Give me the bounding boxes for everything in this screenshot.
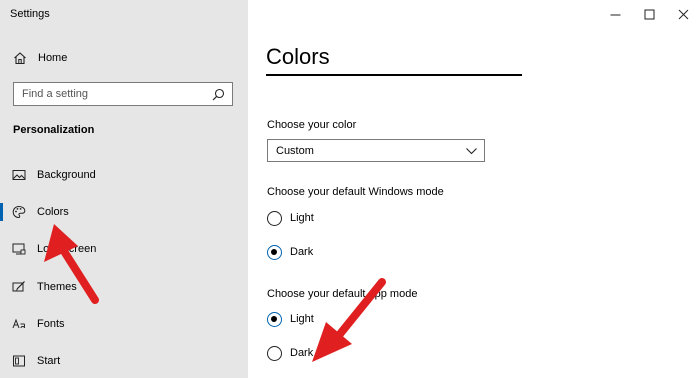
sidebar: Settings Home Find a setting Personaliza… <box>0 0 248 378</box>
radio-circle[interactable] <box>267 244 282 260</box>
window-controls <box>598 0 700 28</box>
radio-label: Dark <box>290 246 314 258</box>
choose-color-label: Choose your color <box>267 119 357 131</box>
themes-icon <box>12 281 25 292</box>
palette-icon <box>12 205 26 219</box>
sidebar-item-label: Fonts <box>37 318 65 330</box>
minimize-icon <box>610 14 620 15</box>
maximize-icon <box>644 9 654 19</box>
sidebar-item-start[interactable]: Start <box>0 348 248 374</box>
dropdown-value: Custom <box>276 145 314 157</box>
minimize-button[interactable] <box>598 0 632 28</box>
sidebar-item-colors[interactable]: Colors <box>0 199 248 225</box>
annotation-arrow-colors <box>44 224 99 304</box>
title-underline <box>266 74 522 76</box>
image-icon <box>12 170 26 180</box>
search-icon[interactable] <box>212 88 225 101</box>
home-nav-item[interactable]: Home <box>13 50 67 66</box>
sidebar-item-label: Colors <box>37 206 69 218</box>
selection-indicator <box>0 203 3 221</box>
close-button[interactable] <box>666 0 700 28</box>
home-icon <box>14 52 26 65</box>
sidebar-item-label: Start <box>37 355 61 367</box>
radio-label: Light <box>290 212 314 224</box>
radio-circle[interactable] <box>267 311 282 327</box>
sidebar-item-lock-screen[interactable]: Lock screen <box>0 236 248 262</box>
close-icon <box>678 9 688 19</box>
sidebar-item-themes[interactable]: Themes <box>0 274 248 300</box>
section-label: Personalization <box>13 124 95 136</box>
radio-circle[interactable] <box>267 210 282 226</box>
sidebar-item-label: Background <box>37 169 96 181</box>
chevron-down-icon <box>466 148 477 155</box>
app-title: Settings <box>10 8 50 20</box>
settings-window: Settings Home Find a setting Personaliza… <box>0 0 700 378</box>
maximize-button[interactable] <box>632 0 666 28</box>
search-placeholder: Find a setting <box>22 88 89 100</box>
home-label: Home <box>38 52 68 64</box>
fonts-icon <box>12 318 25 329</box>
windows-mode-dark-radio[interactable]: Dark <box>267 244 313 260</box>
windows-mode-label: Choose your default Windows mode <box>267 186 444 198</box>
search-input[interactable]: Find a setting <box>13 82 233 106</box>
windows-mode-light-radio[interactable]: Light <box>267 210 314 226</box>
sidebar-item-background[interactable]: Background <box>0 162 248 188</box>
lock-screen-icon <box>12 243 26 255</box>
radio-circle[interactable] <box>267 345 282 361</box>
color-mode-dropdown[interactable]: Custom <box>267 139 485 162</box>
start-icon <box>13 355 25 367</box>
annotation-arrow-dark <box>312 278 386 362</box>
page-title: Colors <box>266 44 330 69</box>
sidebar-item-fonts[interactable]: Fonts <box>0 311 248 337</box>
